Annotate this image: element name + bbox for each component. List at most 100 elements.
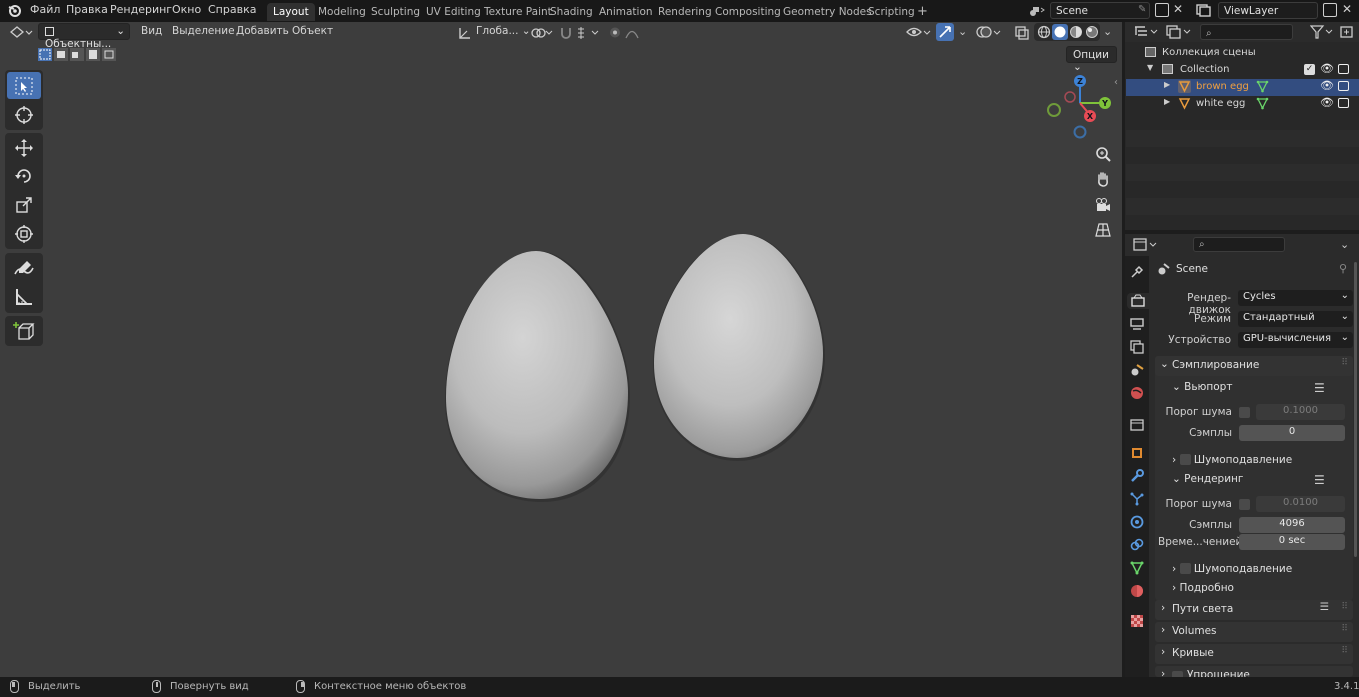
pin-icon[interactable]: ⚲ <box>1339 262 1347 275</box>
pin-icon[interactable]: ✎ <box>1138 4 1146 15</box>
menu-view[interactable]: Вид <box>141 25 162 41</box>
wireframe-shading-icon[interactable] <box>1037 25 1051 39</box>
render-subpanel-header[interactable]: ⌄ Рендеринг <box>1172 473 1243 485</box>
mode-dropdown[interactable]: Объектны... ⌄ <box>38 23 130 50</box>
new-view-layer-icon[interactable] <box>1323 3 1337 17</box>
camera-icon[interactable] <box>1338 81 1349 91</box>
visibility-icon[interactable] <box>906 25 932 40</box>
pivot-icon[interactable] <box>530 25 554 40</box>
move-tool[interactable] <box>7 134 41 161</box>
delete-scene-icon[interactable]: ✕ <box>1173 2 1183 16</box>
outliner-row-white-egg[interactable]: ▶ white egg 👁 <box>1126 96 1359 113</box>
viewport-subpanel-header[interactable]: ⌄ Вьюпорт <box>1172 381 1232 393</box>
egg-scene[interactable] <box>430 225 840 515</box>
drag-handle-icon[interactable]: ⠿ <box>1341 602 1348 612</box>
display-mode-icon[interactable] <box>1166 25 1192 39</box>
editor-type-icon[interactable] <box>9 25 33 40</box>
mesh-data-icon[interactable] <box>1256 80 1269 96</box>
advanced-subpanel[interactable]: › Подробно <box>1172 582 1234 594</box>
viewport-denoise-checkbox[interactable] <box>1179 454 1191 465</box>
scene-selector-icon[interactable] <box>1028 4 1046 18</box>
collection-tab-icon[interactable] <box>1129 416 1145 432</box>
modifier-tab-icon[interactable] <box>1129 468 1145 484</box>
camera-icon[interactable] <box>1338 64 1349 74</box>
properties-scrollbar[interactable] <box>1354 262 1357 557</box>
gizmo-toggle-icon[interactable] <box>936 23 954 41</box>
proportional-edit-icon[interactable] <box>608 25 650 40</box>
outliner-row-scene-collection[interactable]: Коллекция сцены <box>1126 45 1359 62</box>
rendered-shading-icon[interactable] <box>1085 25 1099 39</box>
overlays-icon[interactable] <box>975 24 1001 41</box>
tab-shading[interactable]: Shading <box>544 3 599 21</box>
eye-icon[interactable]: 👁 <box>1320 96 1334 109</box>
view-layer-field[interactable]: ViewLayer <box>1218 2 1318 19</box>
solid-shading-icon[interactable] <box>1052 24 1068 40</box>
material-tab-icon[interactable] <box>1129 583 1145 599</box>
view-layer-tab-icon[interactable] <box>1129 339 1145 355</box>
render-noise-threshold-checkbox[interactable] <box>1239 499 1250 510</box>
scene-tab-icon[interactable] <box>1129 362 1145 378</box>
properties-editor-icon[interactable] <box>1133 238 1159 252</box>
viewport-denoise-subpanel[interactable]: › Шумоподавление <box>1172 452 1292 466</box>
drag-handle-icon[interactable]: ⠿ <box>1341 358 1348 368</box>
menu-select[interactable]: Выделение <box>172 25 235 41</box>
tab-compositing[interactable]: Compositing <box>709 3 787 21</box>
tab-sculpting[interactable]: Sculpting <box>365 3 426 21</box>
cursor-tool[interactable] <box>7 101 41 128</box>
outliner-row-collection[interactable]: ▼ Collection ✓ 👁 <box>1126 62 1359 79</box>
presets-list-icon[interactable]: ☰ <box>1314 473 1325 487</box>
texture-tab-icon[interactable] <box>1129 613 1145 629</box>
measure-tool[interactable] <box>7 283 41 310</box>
menu-window[interactable]: Окно <box>172 3 201 16</box>
delete-view-layer-icon[interactable]: ✕ <box>1342 2 1352 16</box>
menu-render[interactable]: Рендеринг <box>110 3 172 16</box>
annotate-tool[interactable] <box>7 254 41 281</box>
expand-arrow-icon[interactable]: ▶ <box>1164 80 1170 89</box>
render-engine-dropdown[interactable]: Cycles ⌄ <box>1238 290 1353 306</box>
tool-tab-icon[interactable] <box>1129 264 1145 280</box>
render-noise-threshold-field[interactable]: 0.0100 <box>1256 496 1345 512</box>
scene-name-field[interactable]: Scene <box>1050 2 1150 19</box>
white-egg[interactable] <box>653 234 825 461</box>
volumes-panel[interactable]: › Volumes ⠿ <box>1155 622 1353 642</box>
render-denoise-subpanel[interactable]: › Шумоподавление <box>1172 561 1292 575</box>
menu-add[interactable]: Добавить <box>236 25 289 41</box>
eye-icon[interactable]: 👁 <box>1320 62 1334 75</box>
menu-object[interactable]: Объект <box>292 25 333 41</box>
transform-tool[interactable] <box>7 220 41 247</box>
outliner-editor-icon[interactable] <box>1133 25 1159 39</box>
perspective-grid-icon[interactable] <box>1091 219 1115 241</box>
constraints-tab-icon[interactable] <box>1129 537 1145 553</box>
new-collection-icon[interactable] <box>1340 25 1354 39</box>
render-denoise-checkbox[interactable] <box>1179 563 1191 574</box>
viewport-noise-threshold-field[interactable]: 0.1000 <box>1256 404 1345 420</box>
orientation-icon[interactable] <box>458 26 472 40</box>
pan-hand-icon[interactable] <box>1091 168 1115 190</box>
select-box-tool[interactable] <box>7 72 41 99</box>
physics-tab-icon[interactable] <box>1129 514 1145 530</box>
drag-handle-icon[interactable]: ⠿ <box>1341 646 1348 656</box>
tab-rendering[interactable]: Rendering <box>652 3 718 21</box>
chevron-down-icon[interactable]: ⌄ <box>958 25 967 38</box>
rotate-tool[interactable] <box>7 162 41 189</box>
drag-handle-icon[interactable]: ⠿ <box>1341 624 1348 634</box>
options-dropdown[interactable]: Опции ⌄ <box>1066 46 1117 73</box>
tab-uv-editing[interactable]: UV Editing <box>420 3 487 21</box>
filter-icon[interactable] <box>1309 25 1334 39</box>
zoom-icon[interactable] <box>1091 143 1115 165</box>
sampling-panel-header[interactable]: ⌄ Сэмплирование ⠿ <box>1155 356 1353 376</box>
viewport-noise-threshold-checkbox[interactable] <box>1239 407 1250 418</box>
device-dropdown[interactable]: GPU-вычисления ⌄ <box>1238 332 1353 348</box>
menu-file[interactable]: Файл <box>30 3 60 16</box>
tab-animation[interactable]: Animation <box>593 3 659 21</box>
menu-edit[interactable]: Правка <box>66 3 108 16</box>
eye-icon[interactable]: 👁 <box>1320 79 1334 92</box>
collapse-sidebar-icon[interactable]: ‹ <box>1114 77 1118 88</box>
object-tab-icon[interactable] <box>1129 445 1145 461</box>
mesh-data-icon[interactable] <box>1256 97 1269 113</box>
viewport-samples-field[interactable]: 0 <box>1239 425 1345 441</box>
navigation-gizmo[interactable]: Z Y X <box>1042 70 1118 140</box>
add-workspace-button[interactable]: + <box>911 1 934 19</box>
particles-tab-icon[interactable] <box>1129 491 1145 507</box>
camera-icon[interactable] <box>1338 98 1349 108</box>
